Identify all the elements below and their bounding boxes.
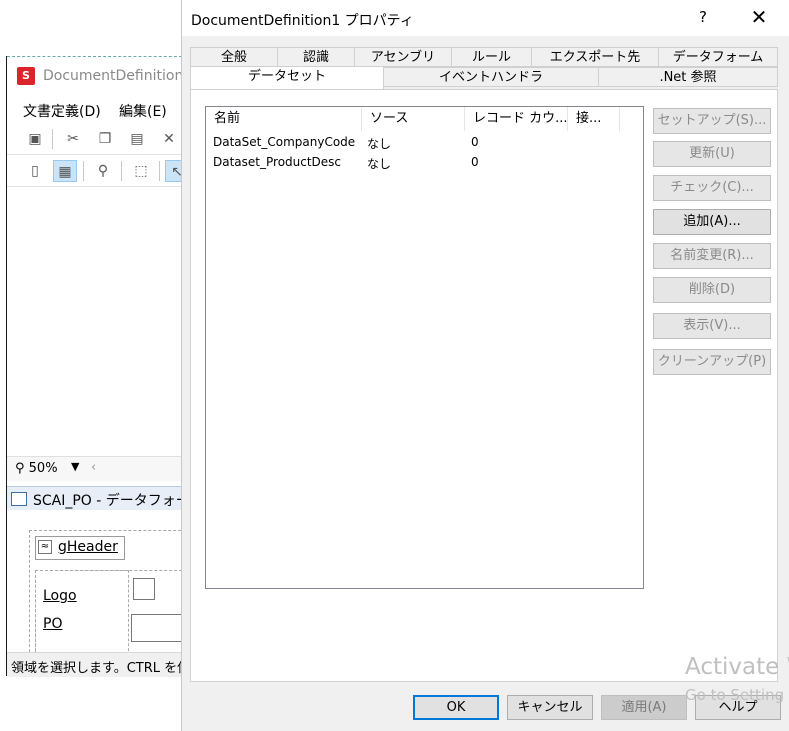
- zoom-bar: ⚲ 50% ▼ ‹: [7, 456, 187, 481]
- region-icon[interactable]: ⬚: [129, 160, 153, 182]
- dataset-source: なし: [367, 137, 392, 151]
- menu-document-definition[interactable]: 文書定義(D): [23, 101, 101, 121]
- dataset-name: DataSet_CompanyCode: [213, 135, 356, 149]
- cut-icon[interactable]: ✂: [61, 128, 85, 150]
- save-icon[interactable]: ▣: [23, 128, 47, 150]
- scroll-left-icon[interactable]: ‹: [91, 460, 96, 475]
- field-label-po[interactable]: PO: [43, 616, 62, 632]
- status-bar: 領域を選択します。CTRL を使: [7, 652, 191, 677]
- tab-event-handler[interactable]: イベントハンドラ: [383, 67, 599, 87]
- delete-icon[interactable]: ✕: [157, 128, 181, 150]
- dataform-title: SCAI_PO - データフォーム: [33, 493, 204, 509]
- label-column: [35, 570, 129, 656]
- group-header-control[interactable]: ≈ gHeader: [35, 536, 125, 560]
- add-button[interactable]: 追加(A)...: [653, 209, 771, 235]
- close-icon[interactable]: ✕: [744, 6, 774, 30]
- toolbar-separator: [159, 161, 160, 181]
- ok-button[interactable]: OK: [413, 695, 499, 720]
- app-titlebar: S DocumentDefinition1: [7, 56, 192, 96]
- cancel-button[interactable]: キャンセル: [507, 695, 593, 720]
- apply-button[interactable]: 適用(A): [601, 695, 687, 720]
- paste-icon[interactable]: ▤: [125, 128, 149, 150]
- tab-general[interactable]: 全般: [190, 47, 278, 67]
- page-icon[interactable]: ▯: [23, 160, 47, 182]
- dataform-titlebar: SCAI_PO - データフォーム: [7, 486, 203, 512]
- update-button[interactable]: 更新(U): [653, 141, 771, 167]
- tab-page-dataset: 名前 ソース レコード カウ... 接... DataSet_CompanyCo…: [190, 89, 778, 682]
- dataform-icon: [11, 492, 27, 506]
- zoom-level[interactable]: ⚲ 50%: [15, 461, 58, 476]
- view-button[interactable]: 表示(V)...: [653, 313, 771, 339]
- dataset-name: Dataset_ProductDesc: [213, 155, 342, 169]
- toolbar-separator: [52, 129, 53, 149]
- table-icon[interactable]: ▦: [53, 160, 77, 182]
- app-logo-icon: S: [17, 67, 35, 85]
- tab-assembly[interactable]: アセンブリ: [354, 47, 452, 67]
- help-icon[interactable]: ?: [688, 8, 718, 30]
- logo-image-box[interactable]: [133, 578, 155, 600]
- background-app-window: S DocumentDefinition1 文書定義(D) 編集(E) ▣ ✂ …: [6, 56, 203, 677]
- help-button[interactable]: ヘルプ: [695, 695, 781, 720]
- tab-dataset[interactable]: データセット: [190, 66, 384, 89]
- app-title: DocumentDefinition1: [43, 68, 193, 84]
- toolbar-separator: [83, 161, 84, 181]
- zoom-value: 50%: [28, 461, 58, 476]
- column-header-name[interactable]: 名前: [206, 107, 362, 131]
- collapse-icon[interactable]: ≈: [38, 540, 52, 554]
- cleanup-button[interactable]: クリーンアップ(P): [653, 349, 771, 375]
- properties-dialog: DocumentDefinition1 プロパティ ? ✕ 全般 認識 アセンブ…: [181, 0, 789, 731]
- tab-dotnet-reference[interactable]: .Net 参照: [598, 67, 778, 87]
- dialog-titlebar: DocumentDefinition1 プロパティ ? ✕: [182, 0, 789, 36]
- chevron-down-icon[interactable]: ▼: [71, 460, 79, 473]
- status-text: 領域を選択します。CTRL を使: [11, 661, 191, 676]
- copy-icon[interactable]: ❐: [93, 128, 117, 150]
- dataset-source: なし: [367, 157, 392, 171]
- dialog-title: DocumentDefinition1 プロパティ: [191, 13, 414, 29]
- column-header-source[interactable]: ソース: [362, 107, 465, 131]
- toolbar-separator: [121, 161, 122, 181]
- tab-dataform[interactable]: データフォーム: [658, 47, 778, 67]
- check-button[interactable]: チェック(C)...: [653, 175, 771, 201]
- column-header-connection[interactable]: 接...: [568, 107, 620, 131]
- menu-edit[interactable]: 編集(E): [119, 101, 167, 121]
- group-header-label: gHeader: [58, 539, 118, 555]
- toolbar-row-1: ▣ ✂ ❐ ▤ ✕: [7, 124, 187, 155]
- column-header-record-count[interactable]: レコード カウ...: [465, 107, 568, 131]
- setup-button[interactable]: セットアップ(S)...: [653, 108, 771, 134]
- design-surface: ≈ gHeader Logo PO: [7, 510, 201, 662]
- app-menubar: 文書定義(D) 編集(E): [7, 96, 187, 122]
- dataset-record-count: 0: [471, 155, 479, 169]
- field-label-logo[interactable]: Logo: [43, 588, 77, 604]
- tab-recognition[interactable]: 認識: [277, 47, 355, 67]
- tab-rules[interactable]: ルール: [451, 47, 532, 67]
- dataset-list[interactable]: 名前 ソース レコード カウ... 接... DataSet_CompanyCo…: [205, 106, 644, 589]
- magnifier-icon[interactable]: ⚲: [91, 160, 115, 182]
- delete-button[interactable]: 削除(D): [653, 277, 771, 303]
- list-item[interactable]: Dataset_ProductDesc なし 0: [206, 153, 643, 173]
- tab-export[interactable]: エクスポート先: [531, 47, 659, 67]
- dataset-record-count: 0: [471, 135, 479, 149]
- toolbar-row-2: ▯ ▦ ⚲ ⬚ ↖: [7, 156, 189, 187]
- list-item[interactable]: DataSet_CompanyCode なし 0: [206, 133, 643, 153]
- rename-button[interactable]: 名前変更(R)...: [653, 243, 771, 269]
